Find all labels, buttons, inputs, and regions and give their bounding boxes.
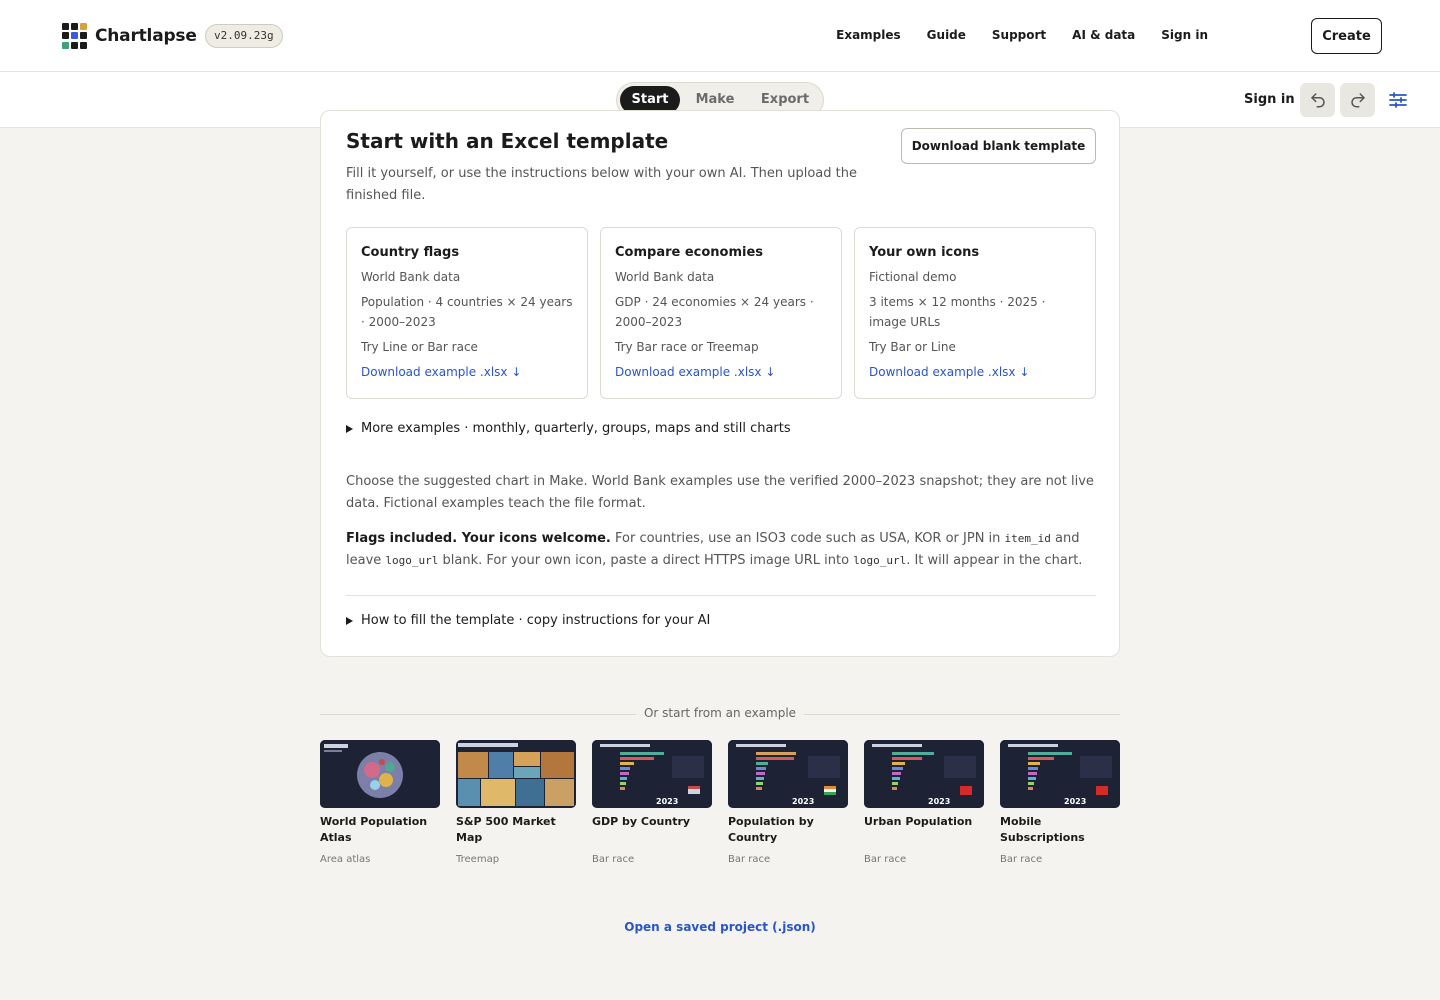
download-example-link[interactable]: Download example .xlsx ↓ xyxy=(869,362,1081,382)
flags-note-text: For countries, use an ISO3 code such as … xyxy=(610,531,1005,546)
example-type: Area atlas xyxy=(320,854,371,865)
example-card-source: Fictional demo xyxy=(869,270,957,284)
example-population-by-country[interactable]: 2023 Population by Country Bar race xyxy=(728,740,848,865)
open-saved-project-link[interactable]: Open a saved project (.json) xyxy=(320,920,1120,934)
redo-button[interactable] xyxy=(1340,83,1375,117)
disclosure-triangle-icon xyxy=(346,616,353,625)
example-name: Urban Population xyxy=(864,815,973,828)
example-gdp-by-country[interactable]: 2023 GDP by Country Bar race xyxy=(592,740,712,865)
year-label: 2023 xyxy=(656,797,678,806)
example-card-country-flags: Country flags World Bank data Population… xyxy=(346,227,588,399)
redo-icon xyxy=(1350,93,1365,108)
divider xyxy=(346,595,1096,596)
more-examples-label: More examples · monthly, quarterly, grou… xyxy=(361,421,791,436)
settings-button[interactable] xyxy=(1384,88,1412,112)
download-example-link[interactable]: Download example .xlsx ↓ xyxy=(361,362,573,382)
thumbnail: 2023 xyxy=(1000,740,1120,808)
nav-ai-data[interactable]: AI & data xyxy=(1072,28,1135,42)
flags-note-text: . It will appear in the chart. xyxy=(906,553,1083,568)
example-name: S&P 500 Market Map xyxy=(456,815,556,844)
template-card: Start with an Excel template Fill it you… xyxy=(320,110,1120,657)
undo-icon xyxy=(1310,93,1325,108)
thumbnail: 2023 xyxy=(592,740,712,808)
version-badge: v2.09.23g xyxy=(205,24,283,48)
sliders-icon xyxy=(1389,92,1407,108)
nav-examples[interactable]: Examples xyxy=(836,28,901,42)
logo-url-code: logo_url xyxy=(853,554,907,567)
example-gallery: World Population Atlas Area atlas S&P 50… xyxy=(320,740,1120,870)
nav-support[interactable]: Support xyxy=(992,28,1046,42)
flags-note: Flags included. Your icons welcome. For … xyxy=(346,528,1096,572)
how-to-fill-toggle[interactable]: How to fill the template · copy instruct… xyxy=(346,613,710,628)
example-card-meta: 3 items × 12 months · 2025 · image URLs xyxy=(869,295,1046,329)
thumbnail: 2023 xyxy=(728,740,848,808)
snapshot-note: Choose the suggested chart in Make. Worl… xyxy=(346,474,1094,511)
toolbar-sign-in[interactable]: Sign in xyxy=(1244,92,1295,107)
example-type: Treemap xyxy=(456,854,500,865)
example-name: World Population Atlas xyxy=(320,815,428,844)
example-card-hint: Try Line or Bar race xyxy=(361,340,478,354)
more-examples-toggle[interactable]: More examples · monthly, quarterly, grou… xyxy=(346,421,791,436)
disclosure-triangle-icon xyxy=(346,424,353,433)
example-card-meta: Population · 4 countries × 24 years · 20… xyxy=(361,295,573,329)
template-subtitle: Fill it yourself, or use the instruction… xyxy=(346,166,857,203)
flags-note-bold: Flags included. Your icons welcome. xyxy=(346,531,611,546)
template-title: Start with an Excel template xyxy=(346,129,669,153)
main-nav: Examples Guide Support AI & data Sign in xyxy=(810,28,1208,42)
example-card-compare-economies: Compare economies World Bank data GDP · … xyxy=(600,227,842,399)
example-sp500-market-map[interactable]: S&P 500 Market Map Treemap xyxy=(456,740,576,865)
example-mobile-subscriptions[interactable]: 2023 Mobile Subscriptions Bar race xyxy=(1000,740,1120,865)
year-label: 2023 xyxy=(792,797,814,806)
thumbnail xyxy=(456,740,576,808)
logo-icon xyxy=(62,23,88,49)
year-label: 2023 xyxy=(928,797,950,806)
example-card-title: Your own icons xyxy=(869,245,980,260)
nav-sign-in[interactable]: Sign in xyxy=(1161,28,1208,42)
example-type: Bar race xyxy=(728,854,771,865)
download-example-link[interactable]: Download example .xlsx ↓ xyxy=(615,362,827,382)
example-name: Population by Country xyxy=(728,815,814,844)
example-world-population-atlas[interactable]: World Population Atlas Area atlas xyxy=(320,740,440,865)
example-name: Mobile Subscriptions xyxy=(1000,815,1085,844)
brand-name: Chartlapse xyxy=(95,26,197,46)
example-card-meta: GDP · 24 economies × 24 years · 2000–202… xyxy=(615,295,814,329)
example-card-your-own-icons: Your own icons Fictional demo 3 items × … xyxy=(854,227,1096,399)
example-card-source: World Bank data xyxy=(615,270,715,284)
logo[interactable]: Chartlapse xyxy=(62,23,197,49)
example-type: Bar race xyxy=(1000,854,1043,865)
example-card-title: Country flags xyxy=(361,245,460,260)
flags-note-text: blank. For your own icon, paste a direct… xyxy=(438,553,854,568)
example-card-hint: Try Bar race or Treemap xyxy=(615,340,759,354)
thumbnail xyxy=(320,740,440,808)
year-label: 2023 xyxy=(1064,797,1086,806)
nav-guide[interactable]: Guide xyxy=(927,28,966,42)
how-to-fill-label: How to fill the template · copy instruct… xyxy=(361,613,711,628)
example-type: Bar race xyxy=(592,854,635,865)
create-button[interactable]: Create xyxy=(1311,18,1382,54)
example-card-hint: Try Bar or Line xyxy=(869,340,956,354)
thumbnail: 2023 xyxy=(864,740,984,808)
item-id-code: item_id xyxy=(1004,532,1051,545)
examples-heading: Or start from an example xyxy=(643,706,797,720)
example-name: GDP by Country xyxy=(592,815,691,828)
example-card-title: Compare economies xyxy=(615,245,764,260)
logo-url-code: logo_url xyxy=(385,554,439,567)
undo-button[interactable] xyxy=(1300,83,1335,117)
example-type: Bar race xyxy=(864,854,907,865)
download-blank-template-button[interactable]: Download blank template xyxy=(901,128,1096,164)
example-urban-population[interactable]: 2023 Urban Population Bar race xyxy=(864,740,984,865)
top-bar: Chartlapse v2.09.23g Examples Guide Supp… xyxy=(0,0,1440,72)
example-card-source: World Bank data xyxy=(361,270,461,284)
